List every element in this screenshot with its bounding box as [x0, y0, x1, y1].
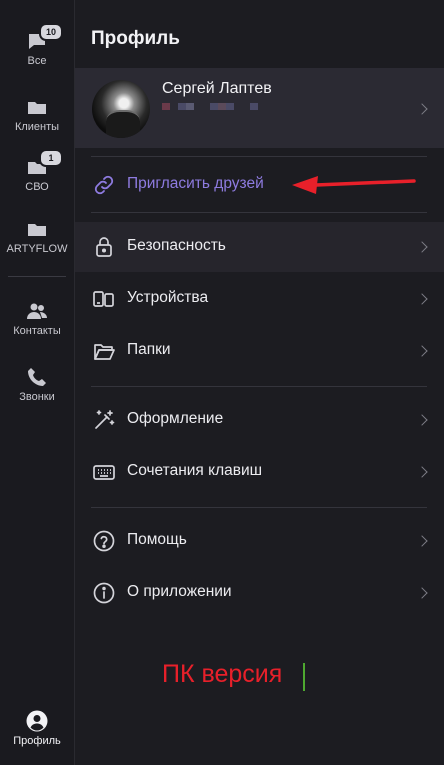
- menu-label: Папки: [127, 341, 171, 358]
- rail-label: ARTYFLOW: [6, 243, 68, 255]
- chevron-right-icon: [416, 466, 428, 478]
- annotation-text: ПК версия: [162, 660, 283, 688]
- devices-icon: [92, 287, 116, 311]
- link-icon: [92, 173, 116, 197]
- folder-icon: [26, 218, 48, 240]
- help-icon: [92, 529, 116, 553]
- divider: [91, 156, 427, 157]
- divider: [91, 386, 427, 387]
- menu-item-folders[interactable]: Папки: [75, 326, 444, 376]
- rail-item-profile[interactable]: Профиль: [0, 710, 74, 747]
- rail-item-clients[interactable]: Клиенты: [0, 96, 74, 133]
- menu-label: Оформление: [127, 410, 224, 427]
- chevron-right-icon: [416, 587, 428, 599]
- menu-item-devices[interactable]: Устройства: [75, 274, 444, 324]
- chevron-right-icon: [416, 345, 428, 357]
- folder-rail: 10 Все Клиенты 1 СВО ARTYFLOW Контакты З…: [0, 0, 75, 765]
- annotation-arrow: [292, 176, 416, 194]
- profile-name: Сергей Лаптев: [162, 80, 272, 97]
- menu-label: Безопасность: [127, 237, 226, 254]
- phone-icon: [26, 366, 48, 388]
- rail-item-svo[interactable]: 1 СВО: [0, 149, 74, 193]
- rail-item-all[interactable]: 10 Все: [0, 23, 74, 67]
- magic-wand-icon: [92, 408, 116, 432]
- menu-item-appearance[interactable]: Оформление: [75, 395, 444, 445]
- chat-icon: 10: [26, 23, 63, 52]
- rail-label: СВО: [25, 181, 49, 193]
- chevron-right-icon: [416, 241, 428, 253]
- chevron-right-icon: [416, 103, 428, 115]
- menu-item-security[interactable]: Безопасность: [75, 222, 444, 272]
- folder-icon: 1: [26, 149, 63, 178]
- folder-outline-icon: [92, 339, 116, 363]
- text-cursor: [303, 663, 305, 691]
- redacted-phone: [162, 103, 258, 110]
- divider: [91, 507, 427, 508]
- menu-item-about[interactable]: О приложении: [75, 568, 444, 618]
- unread-badge: 1: [39, 149, 63, 167]
- profile-card[interactable]: Сергей Лаптев: [75, 68, 444, 148]
- menu-item-help[interactable]: Помощь: [75, 516, 444, 566]
- divider: [91, 212, 427, 213]
- rail-item-contacts[interactable]: Контакты: [0, 300, 74, 337]
- info-icon: [92, 581, 116, 605]
- rail-label: Профиль: [13, 735, 61, 747]
- rail-label: Звонки: [19, 391, 55, 403]
- chevron-right-icon: [416, 414, 428, 426]
- folder-icon: [26, 96, 48, 118]
- rail-item-calls[interactable]: Звонки: [0, 366, 74, 403]
- chevron-right-icon: [416, 535, 428, 547]
- chevron-right-icon: [416, 293, 428, 305]
- profile-panel: Профиль Сергей Лаптев Пригласить друзей: [75, 0, 444, 765]
- lock-icon: [92, 235, 116, 259]
- rail-label: Все: [27, 55, 47, 67]
- rail-divider: [8, 276, 66, 277]
- menu-label: Устройства: [127, 289, 209, 306]
- menu-label: Помощь: [127, 531, 187, 548]
- menu-label: Сочетания клавиш: [127, 462, 263, 479]
- unread-badge: 10: [39, 23, 63, 41]
- keyboard-icon: [92, 460, 116, 484]
- menu-label: О приложении: [127, 583, 232, 600]
- rail-label: Контакты: [13, 325, 61, 337]
- profile-icon: [26, 710, 48, 732]
- rail-item-artyflow[interactable]: ARTYFLOW: [0, 218, 74, 255]
- avatar: [92, 80, 150, 138]
- rail-label: Клиенты: [14, 121, 60, 133]
- menu-item-shortcuts[interactable]: Сочетания клавиш: [75, 447, 444, 497]
- contacts-icon: [26, 300, 48, 322]
- menu-label: Пригласить друзей: [127, 175, 264, 192]
- page-title: Профиль: [91, 28, 180, 49]
